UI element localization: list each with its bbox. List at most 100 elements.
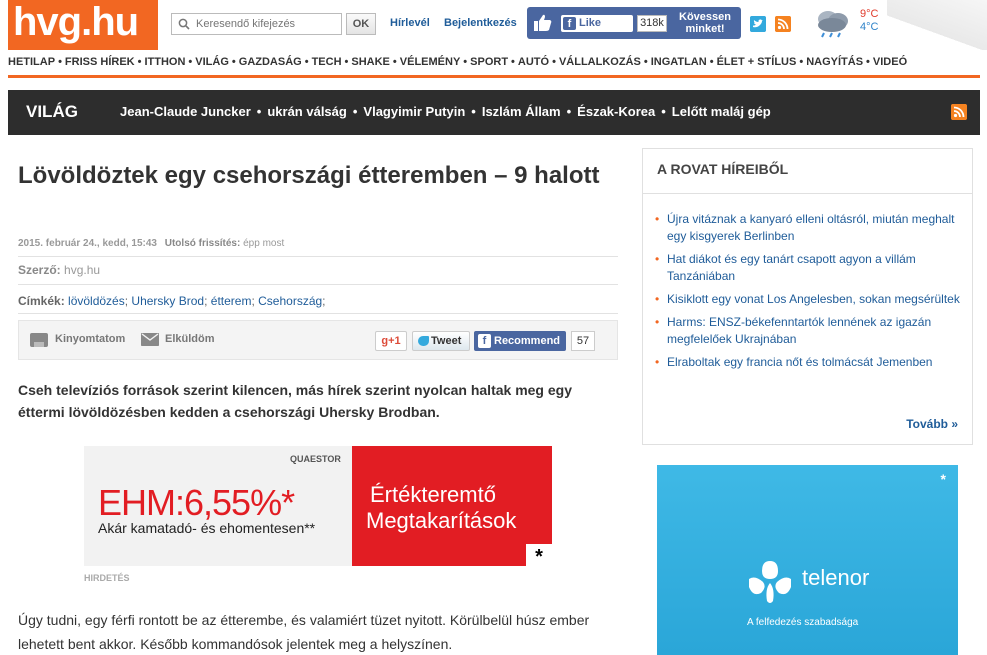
nav-item-nagyitas[interactable]: NAGYÍTÁS bbox=[796, 56, 863, 68]
weather-cloud-icon bbox=[818, 11, 848, 38]
nav-item-ingatlan[interactable]: INGATLAN bbox=[641, 56, 707, 68]
nav-item-auto[interactable]: AUTÓ bbox=[508, 56, 549, 68]
section-link-juncker[interactable]: Jean-Claude Juncker bbox=[120, 104, 251, 119]
temp-low: 4°C bbox=[860, 21, 879, 33]
tweet-button[interactable]: Tweet bbox=[412, 331, 470, 351]
fb-recommend-button[interactable]: f Recommend bbox=[474, 331, 566, 351]
site-header: hvg.hu OK Hírlevél Bejelentkezés f Like … bbox=[0, 0, 987, 52]
article-author: Szerző: hvg.hu bbox=[18, 263, 100, 277]
login-link[interactable]: Bejelentkezés bbox=[444, 17, 517, 29]
tag-link[interactable]: lövöldözés bbox=[68, 294, 125, 308]
section-news-box: A ROVAT HÍREIBŐL Újra vitáznak a kanyaró… bbox=[642, 148, 973, 445]
fb-follow-line1: Kövessen bbox=[679, 11, 731, 23]
recommend-count: 57 bbox=[571, 331, 595, 351]
ad-right-line1: Értékteremtő bbox=[370, 482, 496, 507]
ad-right-line2: Megtakarítások bbox=[366, 508, 517, 533]
article-datetime: 2015. február 24., kedd, 15:43 bbox=[18, 238, 157, 249]
divider bbox=[18, 284, 618, 285]
telenor-ad-banner[interactable]: * telenor A felfedezés szabadsága bbox=[657, 465, 958, 655]
section-link-putyin[interactable]: Vlagyimir Putyin bbox=[347, 104, 465, 119]
fb-follow-line2: minket! bbox=[685, 23, 725, 35]
print-button[interactable]: Kinyomtatom bbox=[55, 333, 125, 345]
nav-item-velemeny[interactable]: VÉLEMÉNY bbox=[390, 56, 461, 68]
tweet-label: Tweet bbox=[431, 335, 462, 347]
nav-item-gazdasag[interactable]: GAZDASÁG bbox=[229, 56, 302, 68]
nav-item-sport[interactable]: SPORT bbox=[460, 56, 508, 68]
facebook-widget: f Like 318k Kövessen minket! bbox=[527, 7, 741, 39]
nav-item-elet-stilus[interactable]: ÉLET + STÍLUS bbox=[707, 56, 797, 68]
gplus-label: +1 bbox=[388, 335, 401, 347]
article-tags: Címkék: lövöldözés; Uhersky Brod; éttere… bbox=[18, 294, 326, 308]
quaestor-ad-banner[interactable]: QUAESTOR EHM:6,55%* Akár kamatadó- és eh… bbox=[84, 446, 552, 566]
envelope-icon[interactable] bbox=[141, 333, 159, 346]
search-ok-button[interactable]: OK bbox=[346, 13, 376, 35]
search-box[interactable] bbox=[171, 13, 342, 35]
facebook-icon: f bbox=[478, 334, 491, 348]
nav-item-tech[interactable]: TECH bbox=[302, 56, 342, 68]
section-news-item[interactable]: Elraboltak egy francia nőt és tolmácsát … bbox=[655, 354, 965, 371]
telenor-brand: telenor bbox=[802, 565, 870, 590]
tag-link[interactable]: Csehország bbox=[258, 294, 322, 308]
section-rss-icon[interactable] bbox=[951, 104, 967, 120]
divider bbox=[18, 256, 618, 257]
newsletter-link[interactable]: Hírlevél bbox=[390, 17, 430, 29]
fb-like-count: 318k bbox=[637, 15, 667, 32]
section-link-iszlam-allam[interactable]: Iszlám Állam bbox=[465, 104, 561, 119]
section-news-item[interactable]: Újra vitáznak a kanyaró elleni oltásról,… bbox=[655, 211, 965, 245]
temp-high: 9°C bbox=[860, 8, 879, 20]
fb-follow-text[interactable]: Kövessen minket! bbox=[673, 11, 737, 35]
site-logo[interactable]: hvg.hu bbox=[8, 0, 158, 50]
more-link[interactable]: Tovább » bbox=[906, 417, 958, 431]
telenor-ad-star: * bbox=[940, 471, 946, 487]
nav-item-friss-hirek[interactable]: FRISS HÍREK bbox=[55, 56, 135, 68]
section-news-item[interactable]: Kisiklott egy vonat Los Angelesben, soka… bbox=[655, 291, 965, 308]
fb-like-button[interactable]: f Like 318k bbox=[561, 15, 667, 32]
article-meta: 2015. február 24., kedd, 15:43 Utolsó fr… bbox=[18, 238, 284, 249]
telenor-slogan: A felfedezés szabadsága bbox=[747, 617, 859, 628]
nav-item-itthon[interactable]: ITTHON bbox=[135, 56, 185, 68]
divider bbox=[643, 193, 972, 194]
recommend-label: Recommend bbox=[494, 335, 561, 347]
nav-item-vallalkozas[interactable]: VÁLLALKOZÁS bbox=[549, 56, 641, 68]
ad-rate: EHM:6,55%* bbox=[98, 482, 295, 523]
printer-icon[interactable] bbox=[30, 333, 48, 347]
section-news-title: A ROVAT HÍREIBŐL bbox=[657, 161, 789, 177]
section-news-item[interactable]: Harms: ENSZ-békefenntartók lennének az i… bbox=[655, 314, 965, 348]
section-link-ukran-valsag[interactable]: ukrán válság bbox=[251, 104, 347, 119]
facebook-icon: f bbox=[563, 17, 576, 30]
ad-star: * bbox=[526, 544, 552, 566]
google-plus-button[interactable]: g+1 bbox=[375, 331, 407, 351]
section-link-malaj-gep[interactable]: Lelőtt maláj gép bbox=[655, 104, 771, 119]
page-curl-decoration bbox=[887, 0, 987, 50]
search-input[interactable] bbox=[196, 16, 338, 32]
section-link-eszak-korea[interactable]: Észak-Korea bbox=[561, 104, 655, 119]
section-news-item[interactable]: Hat diákot és egy tanárt csapott agyon a… bbox=[655, 251, 965, 285]
section-title[interactable]: VILÁG bbox=[26, 102, 78, 122]
article-lead: Cseh televíziós források szerint kilence… bbox=[18, 382, 572, 420]
telenor-logo-icon bbox=[749, 561, 791, 603]
search-icon bbox=[178, 18, 190, 30]
nav-item-vilag[interactable]: VILÁG bbox=[185, 56, 229, 68]
section-bar: VILÁG Jean-Claude Juncker ukrán válság V… bbox=[8, 90, 980, 135]
nav-item-shake[interactable]: SHAKE bbox=[342, 56, 390, 68]
ad-brand: QUAESTOR bbox=[290, 454, 341, 464]
twitter-bird-icon bbox=[418, 336, 429, 346]
article-body: Úgy tudni, egy férfi rontott be az étter… bbox=[18, 612, 590, 652]
thumbs-up-icon bbox=[534, 14, 552, 31]
updated-label: Utolsó frissítés: bbox=[164, 238, 241, 249]
tag-link[interactable]: étterem bbox=[211, 294, 252, 308]
author-name: hvg.hu bbox=[64, 263, 101, 277]
nav-item-video[interactable]: VIDEÓ bbox=[863, 56, 907, 68]
ad-label: HIRDETÉS bbox=[84, 573, 130, 583]
article-title: Lövöldöztek egy csehországi étteremben –… bbox=[18, 162, 600, 189]
updated-value: épp most bbox=[243, 238, 285, 249]
tags-label: Címkék: bbox=[18, 294, 65, 308]
tag-link[interactable]: Uhersky Brod bbox=[131, 294, 204, 308]
ad-subtext: Akár kamatadó- és ehomentesen** bbox=[98, 520, 316, 536]
share-bar: Kinyomtatom Elküldöm g+1 Tweet f Recomme… bbox=[18, 320, 618, 360]
rss-icon[interactable] bbox=[775, 16, 791, 32]
main-nav: HETILAP FRISS HÍREK ITTHON VILÁG GAZDASÁ… bbox=[8, 56, 980, 78]
send-button[interactable]: Elküldöm bbox=[165, 333, 215, 345]
twitter-icon[interactable] bbox=[750, 16, 766, 32]
nav-item-hetilap[interactable]: HETILAP bbox=[8, 56, 55, 68]
